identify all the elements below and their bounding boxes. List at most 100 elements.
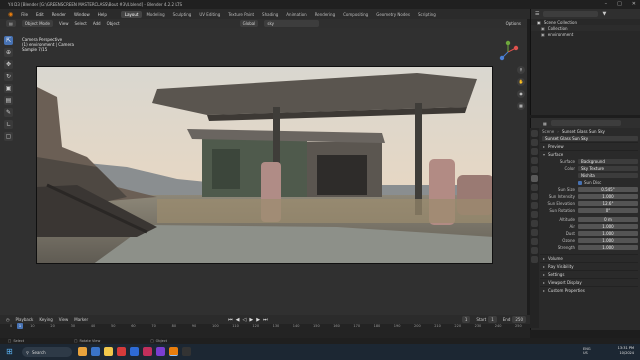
properties-type-icon[interactable]: ▦ bbox=[543, 121, 547, 126]
blender-logo-icon[interactable]: ◉ bbox=[8, 11, 13, 18]
pan-hand-icon[interactable]: ✋ bbox=[517, 78, 525, 86]
zoom-icon[interactable]: ⚲ bbox=[517, 66, 525, 74]
tab-rendering[interactable]: Rendering bbox=[311, 11, 339, 18]
measure-tool-icon[interactable]: ∟ bbox=[4, 120, 13, 129]
jump-end-icon[interactable]: ⏭ bbox=[263, 317, 268, 323]
menu-edit[interactable]: Edit bbox=[36, 12, 44, 17]
sky-type-dropdown[interactable]: Nishita bbox=[578, 173, 638, 178]
view-layer-tab-icon[interactable] bbox=[531, 157, 538, 164]
tab-modeling[interactable]: Modeling bbox=[142, 11, 168, 18]
tab-geometry-nodes[interactable]: Geometry Nodes bbox=[372, 11, 414, 18]
play-icon[interactable]: ▶ bbox=[249, 317, 253, 323]
menu-help[interactable]: Help bbox=[98, 12, 107, 17]
menu-timeline-view[interactable]: View bbox=[59, 317, 69, 322]
minimize-icon[interactable]: – bbox=[605, 1, 608, 7]
outliner-row-environment[interactable]: ▣ environment bbox=[531, 31, 640, 37]
tool-tab-icon[interactable] bbox=[531, 130, 538, 137]
color-input-field[interactable]: Sky Texture bbox=[578, 166, 638, 171]
surface-shader-field[interactable]: Background bbox=[578, 159, 638, 164]
menu-window[interactable]: Window bbox=[74, 12, 90, 17]
task-view-icon[interactable] bbox=[91, 347, 100, 356]
browser-icon[interactable] bbox=[130, 347, 139, 356]
app-icon[interactable] bbox=[143, 347, 152, 356]
options-button[interactable]: Options bbox=[506, 21, 521, 26]
transform-tool-icon[interactable]: ▤ bbox=[4, 96, 13, 105]
section-volume[interactable]: ▸ Volume bbox=[540, 254, 638, 262]
start-frame-field[interactable]: 1 bbox=[488, 316, 497, 323]
menu-view[interactable]: View bbox=[59, 21, 69, 26]
taskbar-clock[interactable]: 13:31 PM 10/2024 bbox=[618, 346, 634, 356]
air-field[interactable]: 1.000 bbox=[578, 224, 638, 229]
tab-compositing[interactable]: Compositing bbox=[339, 11, 372, 18]
data-tab-icon[interactable] bbox=[531, 238, 538, 245]
axis-gizmo-icon[interactable] bbox=[496, 40, 520, 64]
maximize-icon[interactable]: □ bbox=[617, 1, 622, 7]
end-frame-field[interactable]: 250 bbox=[512, 316, 526, 323]
playhead[interactable]: 1 bbox=[17, 323, 23, 329]
timeline-editor-icon[interactable]: ◷ bbox=[6, 317, 10, 322]
constraints-tab-icon[interactable] bbox=[531, 229, 538, 236]
altitude-field[interactable]: 0 m bbox=[578, 217, 638, 222]
world-name-field[interactable]: Sunset Glass Sun Sky bbox=[542, 136, 638, 141]
sun-rotation-field[interactable]: 0° bbox=[578, 208, 638, 213]
section-surface[interactable]: ▾ Surface bbox=[540, 150, 638, 158]
tab-uv-editing[interactable]: UV Editing bbox=[195, 11, 224, 18]
strength-field[interactable]: 1.000 bbox=[578, 245, 638, 250]
menu-file[interactable]: File bbox=[21, 12, 28, 17]
grid-icon[interactable]: ▦ bbox=[517, 102, 525, 110]
select-tool-icon[interactable]: ⇱ bbox=[4, 36, 13, 45]
sun-disc-checkbox[interactable] bbox=[578, 180, 582, 185]
app-icon[interactable] bbox=[156, 347, 165, 356]
outliner-type-icon[interactable]: ☰ bbox=[535, 11, 539, 17]
play-reverse-icon[interactable]: ◁ bbox=[243, 317, 247, 323]
app-icon[interactable] bbox=[117, 347, 126, 356]
menu-object[interactable]: Object bbox=[107, 21, 120, 26]
search-input[interactable]: sky bbox=[264, 20, 320, 27]
navigation-gizmo[interactable] bbox=[496, 40, 520, 64]
dust-field[interactable]: 1.000 bbox=[578, 231, 638, 236]
tab-layout[interactable]: Layout bbox=[120, 10, 143, 18]
taskbar-search[interactable]: ⚲ Search bbox=[22, 347, 72, 357]
section-preview[interactable]: ▸ Preview bbox=[540, 142, 638, 150]
camera-view-icon[interactable]: ◉ bbox=[517, 90, 525, 98]
outliner-search[interactable] bbox=[543, 11, 599, 17]
next-key-icon[interactable]: ▶ bbox=[256, 317, 260, 323]
tab-shading[interactable]: Shading bbox=[258, 11, 282, 18]
modifier-tab-icon[interactable] bbox=[531, 202, 538, 209]
tab-sculpting[interactable]: Sculpting bbox=[169, 11, 196, 18]
sun-intensity-field[interactable]: 1.000 bbox=[578, 194, 638, 199]
filter-icon[interactable]: ▼ bbox=[602, 11, 606, 17]
prev-key-icon[interactable]: ◀ bbox=[236, 317, 240, 323]
transform-orientation[interactable]: Global bbox=[239, 20, 259, 27]
tab-animation[interactable]: Animation bbox=[282, 11, 310, 18]
tab-texture-paint[interactable]: Texture Paint bbox=[224, 11, 258, 18]
menu-render[interactable]: Render bbox=[52, 12, 66, 17]
file-explorer-icon[interactable] bbox=[104, 347, 113, 356]
texture-tab-icon[interactable] bbox=[531, 256, 538, 263]
physics-tab-icon[interactable] bbox=[531, 220, 538, 227]
jump-start-icon[interactable]: ⏮ bbox=[228, 317, 233, 323]
menu-marker[interactable]: Marker bbox=[74, 317, 88, 322]
menu-select[interactable]: Select bbox=[74, 21, 86, 26]
output-tab-icon[interactable] bbox=[531, 148, 538, 155]
menu-add[interactable]: Add bbox=[93, 21, 101, 26]
tab-scripting[interactable]: Scripting bbox=[414, 11, 440, 18]
particles-tab-icon[interactable] bbox=[531, 211, 538, 218]
section-viewport-display[interactable]: ▸ Viewport Display bbox=[540, 278, 638, 286]
object-tab-icon[interactable] bbox=[531, 193, 538, 200]
scale-tool-icon[interactable]: ▣ bbox=[4, 84, 13, 93]
material-tab-icon[interactable] bbox=[531, 247, 538, 254]
mode-selector[interactable]: Object Mode bbox=[21, 20, 53, 27]
rotate-tool-icon[interactable]: ↻ bbox=[4, 72, 13, 81]
blender-app-icon[interactable] bbox=[169, 347, 178, 356]
editor-type-button[interactable]: ▤ bbox=[6, 20, 16, 27]
section-ray-visibility[interactable]: ▸ Ray Visibility bbox=[540, 262, 638, 270]
section-settings[interactable]: ▸ Settings bbox=[540, 270, 638, 278]
world-tab-icon[interactable] bbox=[531, 175, 538, 182]
tray-language[interactable]: ENG US bbox=[583, 347, 591, 355]
sun-size-field[interactable]: 0.545° bbox=[578, 187, 638, 192]
current-frame-field[interactable]: 1 bbox=[461, 316, 471, 323]
annotate-tool-icon[interactable]: ✎ bbox=[4, 108, 13, 117]
properties-search[interactable] bbox=[550, 120, 621, 126]
render-tab-icon[interactable] bbox=[531, 139, 538, 146]
